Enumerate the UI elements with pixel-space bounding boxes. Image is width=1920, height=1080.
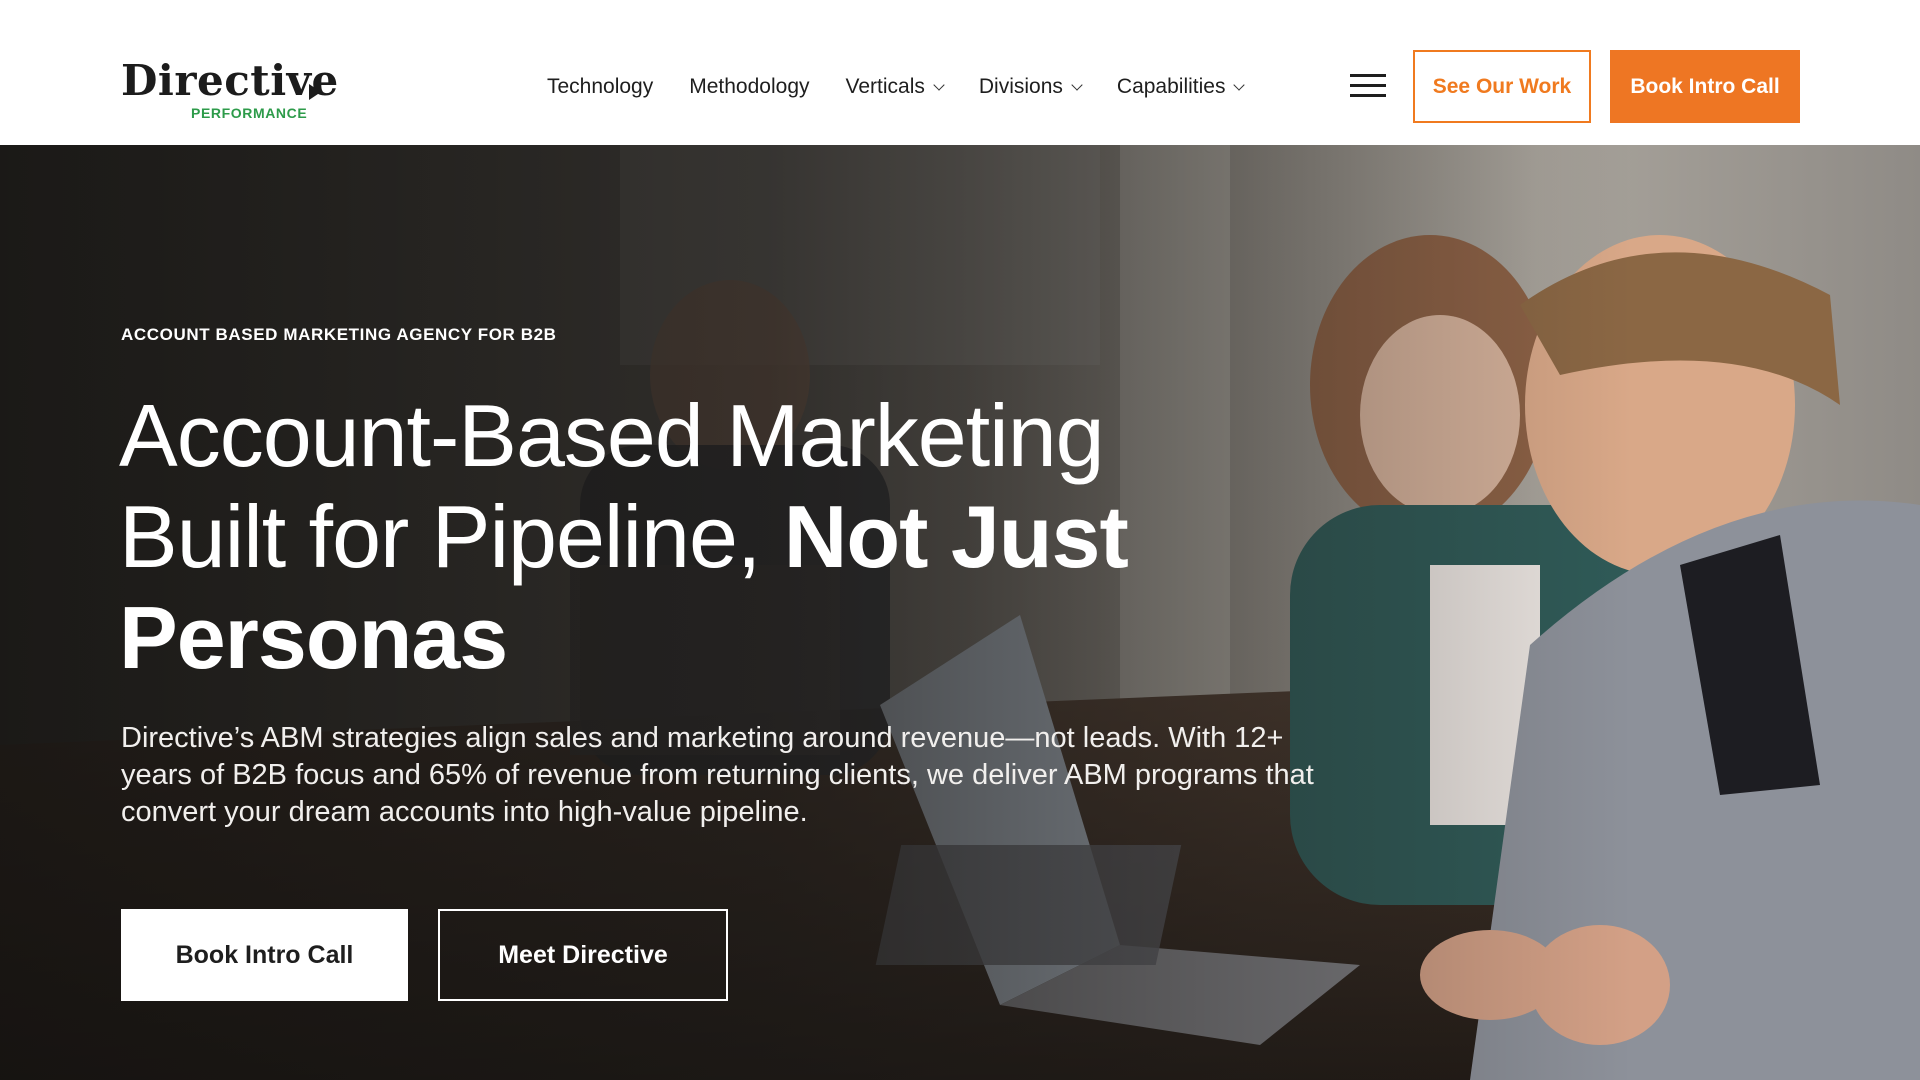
nav-item-methodology[interactable]: Methodology <box>689 75 809 99</box>
logo-arrow-icon <box>309 84 321 100</box>
directive-logo[interactable]: Directive PERFORMANCE <box>121 60 338 126</box>
chevron-down-icon <box>1071 78 1083 91</box>
logo-subtitle: PERFORMANCE <box>191 105 308 121</box>
nav-item-capabilities[interactable]: Capabilities <box>1116 75 1246 99</box>
nav-item-divisions[interactable]: Divisions <box>978 75 1083 99</box>
nav-item-technology[interactable]: Technology <box>547 75 653 99</box>
chevron-down-icon <box>1233 78 1246 91</box>
nav-item-label: Methodology <box>689 75 810 98</box>
book-intro-call-header-button[interactable]: Book Intro Call <box>1610 50 1800 123</box>
nav-item-label: Verticals <box>845 75 925 98</box>
chevron-down-icon <box>933 78 945 91</box>
hero-headline: Account-Based Marketing Built for Pipeli… <box>119 385 1269 688</box>
see-our-work-button[interactable]: See Our Work <box>1413 50 1591 123</box>
headline-bold-1: Not Just <box>783 487 1129 586</box>
nav-item-label: Capabilities <box>1116 75 1226 98</box>
site-header: Directive PERFORMANCE Technology Methodo… <box>0 0 1920 145</box>
headline-bold-2: Personas <box>119 588 508 687</box>
hero-eyebrow: ACCOUNT BASED MARKETING AGENCY FOR B2B <box>121 325 557 344</box>
nav-item-label: Divisions <box>978 75 1063 98</box>
nav-item-verticals[interactable]: Verticals <box>845 75 945 99</box>
main-nav: Technology Methodology Verticals Divisio… <box>547 70 1279 104</box>
hamburger-menu-icon[interactable] <box>1350 74 1386 98</box>
nav-item-label: Technology <box>547 75 654 98</box>
meet-directive-button[interactable]: Meet Directive <box>438 909 728 1001</box>
logo-wordmark: Directive <box>121 56 339 105</box>
hero-description: Directive’s ABM strategies align sales a… <box>121 722 1314 828</box>
hero-section: ACCOUNT BASED MARKETING AGENCY FOR B2B A… <box>0 145 1920 1080</box>
book-intro-call-hero-button[interactable]: Book Intro Call <box>121 909 408 1001</box>
